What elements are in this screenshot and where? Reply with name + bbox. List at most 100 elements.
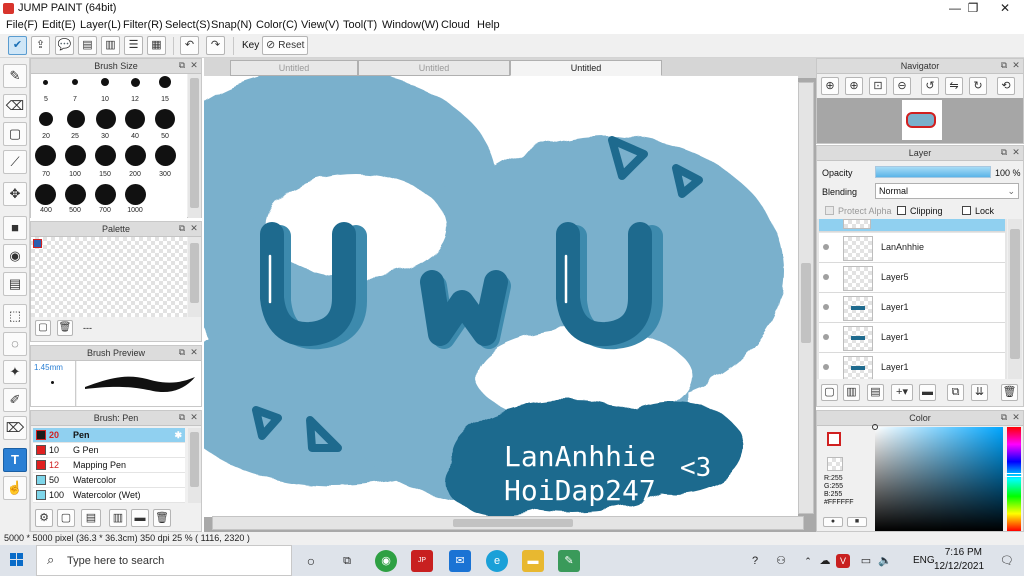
brush-size-dot[interactable] (43, 80, 48, 85)
menu-select[interactable]: Select(S) (165, 19, 210, 31)
new-layer-icon[interactable]: ▢ (821, 384, 838, 401)
blending-select[interactable]: Normal ⌄ (875, 183, 1019, 199)
gradient-tool-icon[interactable]: ▤ (3, 272, 27, 296)
scroll-thumb[interactable] (190, 78, 199, 208)
color-mode-button[interactable]: ● (823, 517, 843, 527)
layer-scrollbar[interactable] (1008, 219, 1022, 379)
close-icon[interactable]: ✕ (189, 60, 199, 70)
brush-item-watercolor-wet[interactable]: 100 Watercolor (Wet) (33, 488, 185, 503)
merge-icon[interactable]: ⇊ (971, 384, 988, 401)
layer-row-selected[interactable] (819, 219, 1005, 232)
speaker-icon[interactable]: 🔈 (874, 550, 896, 572)
bucket-tool-icon[interactable]: ◉ (3, 244, 27, 268)
layer-row[interactable]: Layer1 (819, 293, 1005, 323)
settings-gear-icon[interactable]: ✱ (174, 428, 182, 442)
eraser-tool-icon[interactable]: ⌫ (3, 94, 27, 118)
select-eraser-icon[interactable]: ⌦ (3, 416, 27, 440)
new-swatch-icon[interactable]: ▢ (35, 320, 51, 336)
zoom-out-icon[interactable]: ⊖ (893, 77, 911, 95)
zoom-in-icon[interactable]: ⊕ (821, 77, 839, 95)
cloud-icon[interactable]: ☁ (814, 550, 836, 572)
brush-size-dot[interactable] (65, 145, 86, 166)
menu-color[interactable]: Color(C) (256, 19, 298, 31)
foreground-color[interactable] (827, 432, 841, 446)
brush-size-dot[interactable] (39, 112, 53, 126)
brush-size-dot[interactable] (125, 184, 146, 205)
help-icon[interactable]: ? (744, 550, 766, 572)
palette-swatch[interactable] (33, 239, 42, 248)
float-icon[interactable]: ⧉ (177, 412, 187, 422)
eye-icon[interactable] (823, 274, 829, 280)
people-icon[interactable]: ⚇ (770, 550, 792, 572)
eye-icon[interactable] (823, 304, 829, 310)
brush-size-dot[interactable] (155, 109, 175, 129)
cloud-sync-icon[interactable]: ✔ (8, 36, 27, 55)
chrome-icon[interactable]: ◉ (375, 550, 397, 572)
scroll-thumb[interactable] (190, 432, 199, 487)
windows-start-icon[interactable] (10, 553, 24, 567)
copy-layer-icon[interactable]: ▤ (867, 384, 884, 401)
color-mode-button[interactable]: ■ (847, 517, 867, 527)
grid-icon[interactable]: ▦ (147, 36, 166, 55)
brush-item-gpen[interactable]: 10 G Pen (33, 443, 185, 458)
brush-size-dot[interactable] (96, 109, 116, 129)
reset-button[interactable]: ⊘ Reset (262, 36, 308, 55)
protect-alpha-checkbox[interactable] (825, 206, 834, 215)
clock-date[interactable]: 12/12/2021 (934, 561, 984, 572)
close-icon[interactable]: ✕ (1011, 412, 1021, 422)
hand-tool-icon[interactable]: ☝ (3, 476, 27, 500)
eye-icon[interactable] (823, 244, 829, 250)
brush-size-dot[interactable] (67, 110, 85, 128)
menu-help[interactable]: Help (477, 19, 500, 31)
undo-icon[interactable]: ↶ (180, 36, 199, 55)
float-icon[interactable]: ⧉ (177, 347, 187, 357)
float-icon[interactable]: ⧉ (999, 60, 1009, 70)
mail-icon[interactable]: ✉ (449, 550, 471, 572)
float-icon[interactable]: ⧉ (177, 223, 187, 233)
brush-settings-icon[interactable]: ⚙ (35, 509, 53, 527)
opacity-slider[interactable] (875, 166, 991, 178)
clock-time[interactable]: 7:16 PM (940, 547, 982, 558)
folder-icon[interactable]: ▬ (131, 509, 149, 527)
eye-icon[interactable] (823, 364, 829, 370)
add-layer-menu-icon[interactable]: +▾ (891, 384, 913, 401)
menu-cloud[interactable]: Cloud (441, 19, 470, 31)
brush-size-dot[interactable] (95, 184, 116, 205)
brush-menu-icon[interactable]: ▤ (81, 509, 101, 527)
text-tool-icon[interactable]: T (3, 448, 27, 472)
brush-size-scrollbar[interactable] (188, 74, 201, 218)
eye-icon[interactable] (823, 334, 829, 340)
layer-row[interactable]: Layer1 (819, 323, 1005, 353)
taskbar-search[interactable]: ⌕ Type here to search (36, 545, 292, 576)
lock-checkbox[interactable] (962, 206, 971, 215)
close-icon[interactable]: ✕ (1011, 147, 1021, 157)
antivirus-icon[interactable]: V (836, 554, 850, 568)
canvas-horizontal-scrollbar[interactable] (212, 516, 804, 530)
select-pen-icon[interactable]: ✐ (3, 388, 27, 412)
lasso-tool-icon[interactable]: ◌ (3, 332, 27, 356)
float-icon[interactable]: ⧉ (999, 147, 1009, 157)
tab-untitled-active[interactable]: Untitled (510, 60, 662, 76)
edge-icon[interactable]: e (486, 550, 508, 572)
fill-shape-icon[interactable]: ■ (3, 216, 27, 240)
fit-icon[interactable]: ⊡ (869, 77, 887, 95)
rotate-left-icon[interactable]: ↺ (921, 77, 939, 95)
list-icon[interactable]: ☰ (124, 36, 143, 55)
layer-row[interactable]: Layer1 (819, 353, 1005, 379)
new-layer-folder-icon[interactable]: ▥ (843, 384, 860, 401)
menu-layer[interactable]: Layer(L) (80, 19, 121, 31)
reset-view-icon[interactable]: ⟲ (997, 77, 1015, 95)
layer-row[interactable]: LanAnhhie (819, 233, 1005, 263)
menu-window[interactable]: Window(W) (382, 19, 439, 31)
tab-untitled-1[interactable]: Untitled (230, 60, 358, 76)
delete-brush-icon[interactable]: 🗑 (153, 509, 171, 527)
scroll-thumb[interactable] (453, 519, 573, 527)
saturation-value-picker[interactable] (872, 424, 1003, 531)
copy-brush-icon[interactable]: ▥ (109, 509, 127, 527)
close-icon[interactable]: ✕ (1011, 60, 1021, 70)
language-indicator[interactable]: ENG (913, 555, 935, 566)
menu-view[interactable]: View(V) (301, 19, 339, 31)
maximize-icon[interactable]: ❐ (956, 0, 990, 17)
navigator-viewport[interactable] (906, 112, 936, 128)
brush-size-dot[interactable] (101, 78, 109, 86)
